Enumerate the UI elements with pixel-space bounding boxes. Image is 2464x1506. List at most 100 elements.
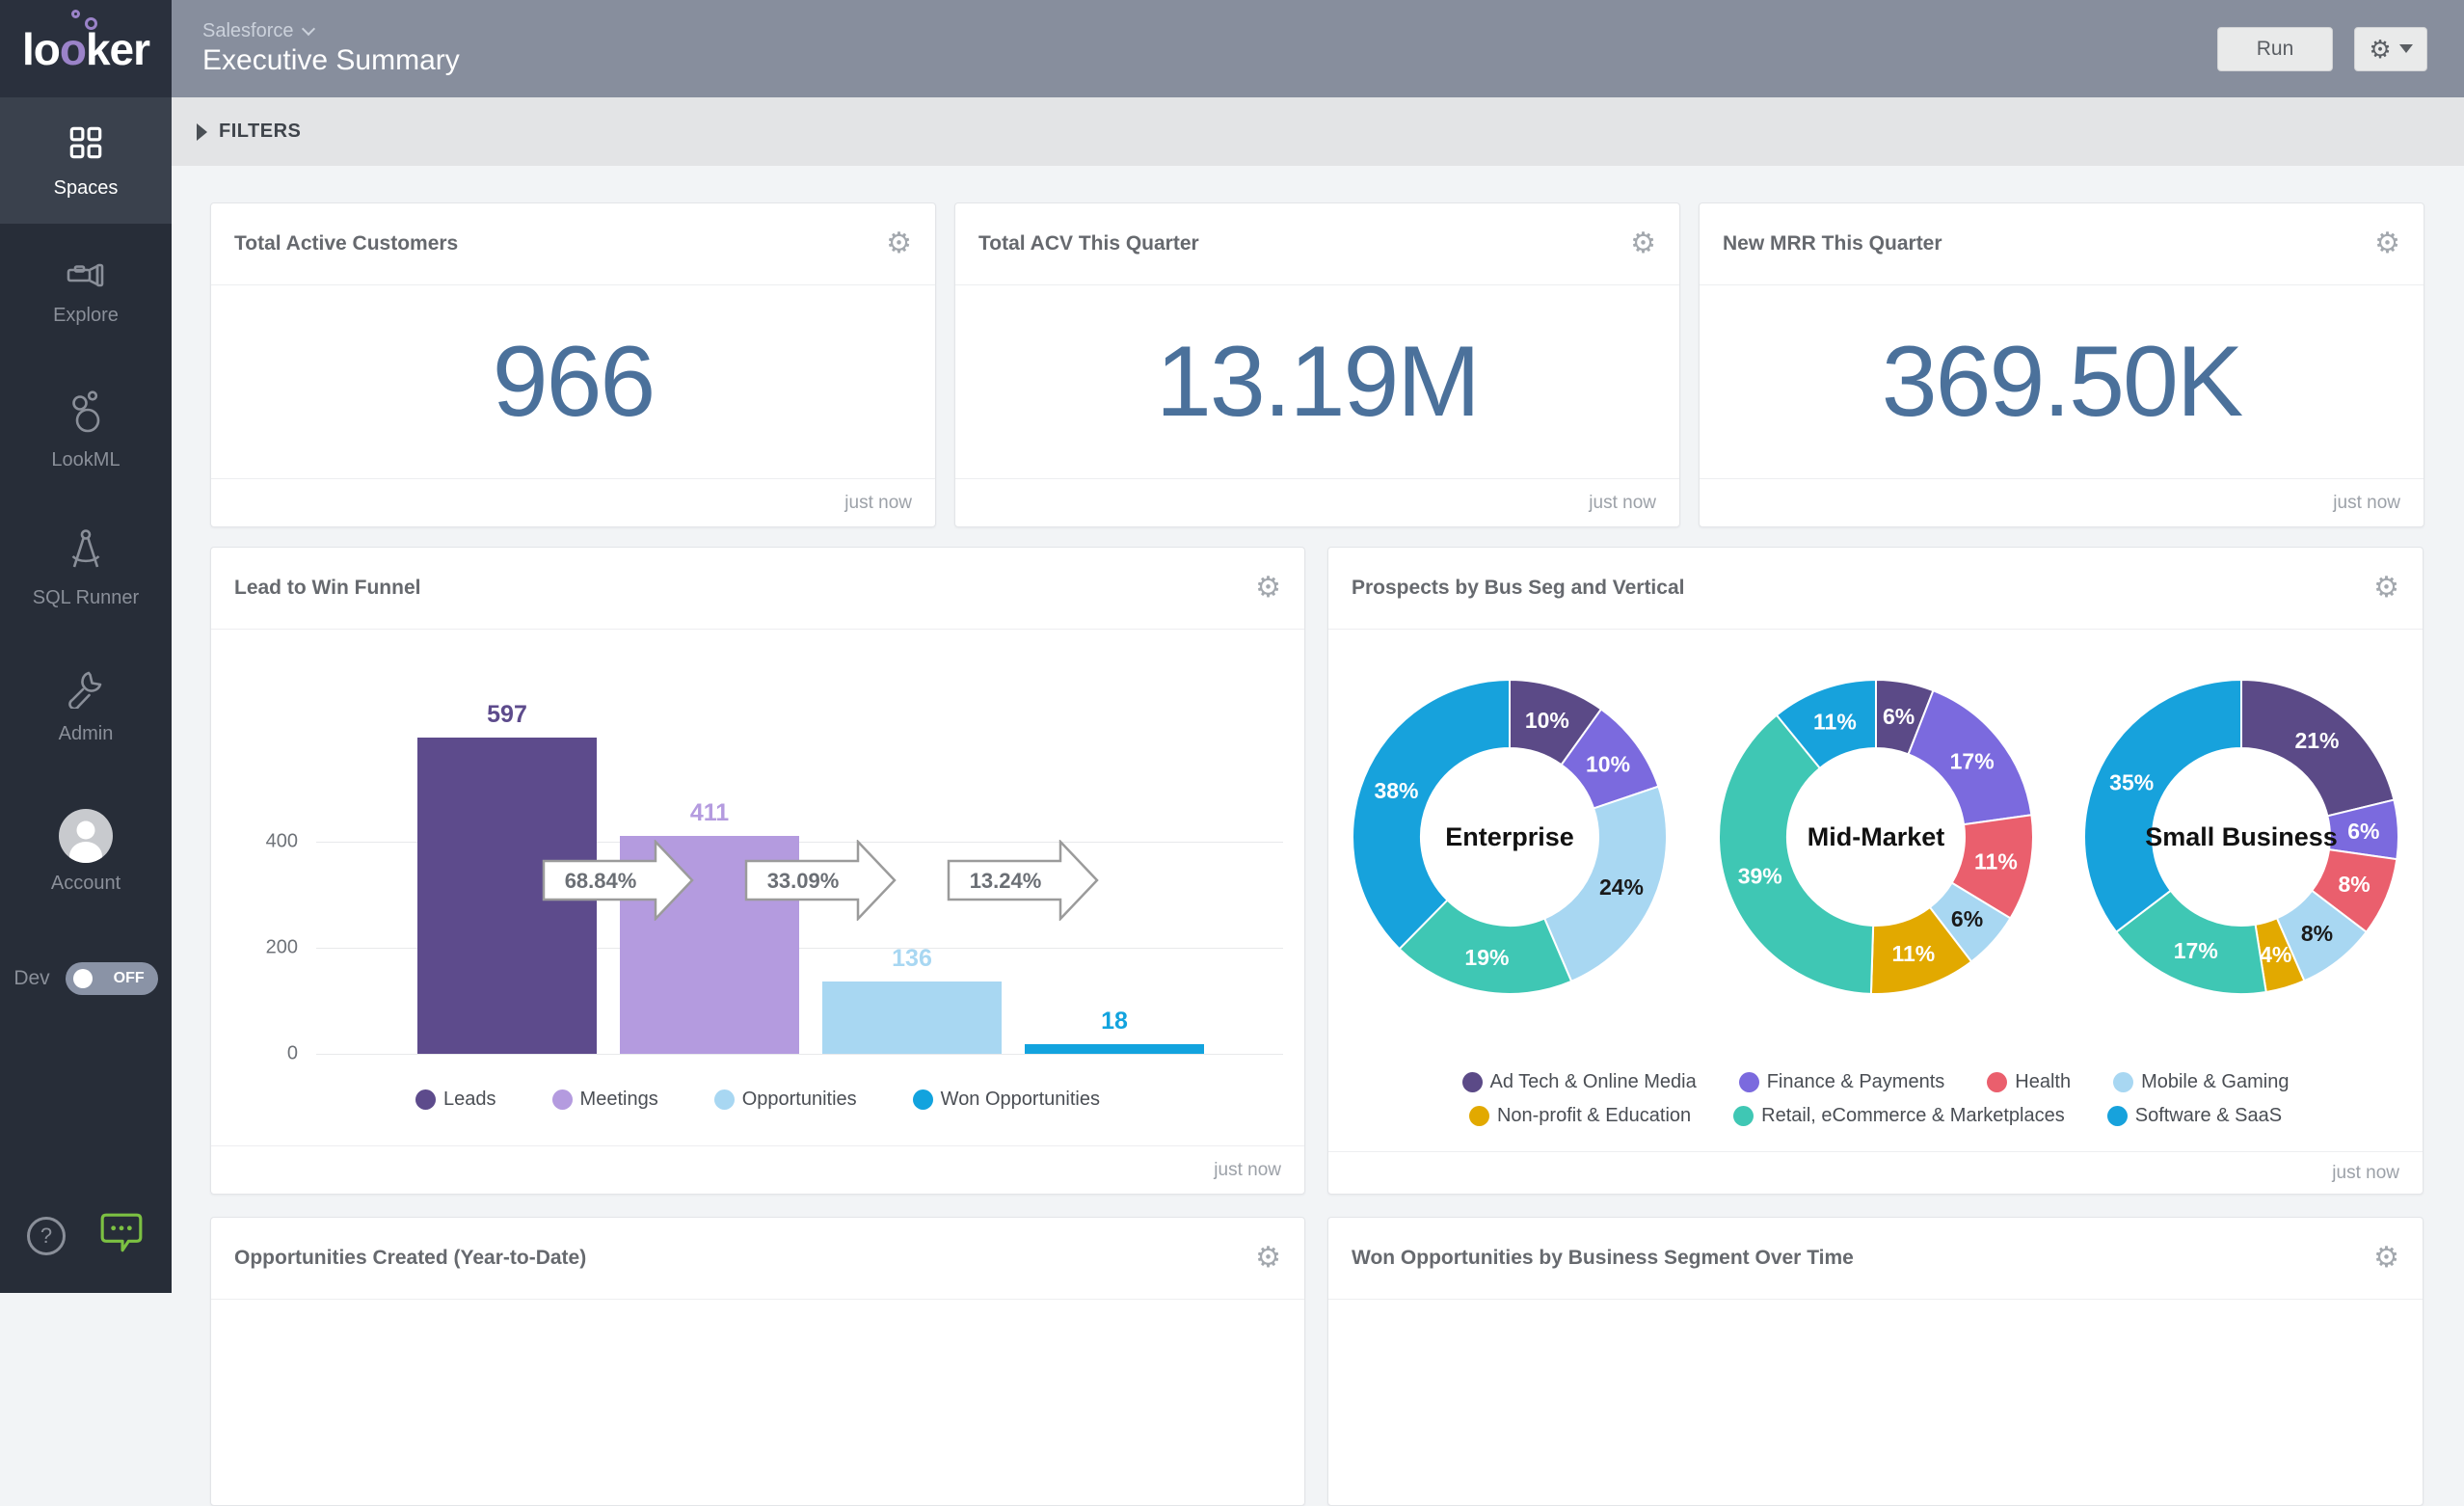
donut-slice[interactable] bbox=[2084, 680, 2241, 932]
legend-swatch bbox=[1987, 1072, 2007, 1092]
filters-bar[interactable]: FILTERS bbox=[172, 97, 2464, 166]
funnel-bar-opportunities[interactable] bbox=[822, 982, 1002, 1054]
avatar bbox=[59, 809, 113, 863]
slice-percent-label: 19% bbox=[1464, 945, 1509, 970]
sidebar-item-explore[interactable]: Explore bbox=[0, 224, 172, 362]
run-button[interactable]: Run bbox=[2217, 27, 2333, 71]
donut-slice[interactable] bbox=[1719, 715, 1873, 994]
compass-icon bbox=[67, 528, 105, 578]
updated-timestamp: just now bbox=[2332, 1163, 2399, 1184]
bar-value-label: 411 bbox=[620, 799, 799, 827]
toggle-state: OFF bbox=[114, 970, 145, 987]
chat-icon[interactable] bbox=[98, 1211, 145, 1260]
won-opportunities-tile: Won Opportunities by Business Segment Ov… bbox=[1327, 1217, 2424, 1506]
y-axis-tick: 200 bbox=[234, 937, 298, 959]
gear-icon[interactable]: ⚙ bbox=[1630, 229, 1656, 258]
donut-legend: Ad Tech & Online MediaFinance & Payments… bbox=[1351, 1071, 2400, 1127]
updated-timestamp: just now bbox=[844, 493, 912, 514]
help-icon[interactable]: ? bbox=[27, 1217, 66, 1255]
gear-icon[interactable]: ⚙ bbox=[1255, 574, 1281, 603]
tile-title: Opportunities Created (Year-to-Date) bbox=[234, 1247, 586, 1270]
sidebar-item-account[interactable]: Account bbox=[0, 775, 172, 928]
bar-value-label: 597 bbox=[417, 701, 597, 729]
looker-logo[interactable]: looker bbox=[0, 0, 172, 97]
sidebar-item-label: Explore bbox=[53, 305, 119, 327]
dashboard-settings-button[interactable]: ⚙ bbox=[2354, 27, 2427, 71]
legend-item: Retail, eCommerce & Marketplaces bbox=[1733, 1105, 2065, 1127]
slice-percent-label: 17% bbox=[2174, 938, 2218, 963]
breadcrumb-label: Salesforce bbox=[202, 20, 294, 42]
bubbles-icon bbox=[67, 390, 105, 440]
tile-title: Prospects by Bus Seg and Vertical bbox=[1352, 577, 1684, 600]
sidebar-item-spaces[interactable]: Spaces bbox=[0, 97, 172, 224]
slice-percent-label: 6% bbox=[1950, 906, 1982, 931]
tile-title: Lead to Win Funnel bbox=[234, 577, 420, 600]
wrench-icon bbox=[66, 668, 106, 713]
slice-percent-label: 4% bbox=[2260, 942, 2291, 967]
tile-title: Won Opportunities by Business Segment Ov… bbox=[1352, 1247, 1854, 1270]
legend-swatch bbox=[2107, 1106, 2128, 1126]
sidebar-item-sql-runner[interactable]: SQL Runner bbox=[0, 499, 172, 637]
tile-title: Total Active Customers bbox=[234, 232, 458, 255]
legend-swatch bbox=[1469, 1106, 1489, 1126]
dashboard: Total Active Customers ⚙ 966 just now To… bbox=[172, 166, 2464, 1293]
page-title: Executive Summary bbox=[202, 44, 460, 77]
slice-percent-label: 11% bbox=[1891, 941, 1935, 966]
donut-center-label: Small Business bbox=[2145, 822, 2338, 851]
slice-percent-label: 24% bbox=[1599, 874, 1644, 900]
donuts-tile: Prospects by Bus Seg and Vertical ⚙ 10% 1… bbox=[1327, 547, 2424, 1195]
spaces-grid-icon bbox=[66, 122, 106, 168]
donut-charts: 10%10%24%19%38%Enterprise6%17%11%6%11%39… bbox=[1351, 678, 2400, 996]
gridline bbox=[316, 1054, 1283, 1055]
donut-slice[interactable] bbox=[1353, 680, 1510, 949]
kpi-tile-total-acv: Total ACV This Quarter ⚙ 13.19M just now bbox=[954, 202, 1680, 527]
kpi-value: 966 bbox=[493, 325, 655, 440]
sidebar-item-admin[interactable]: Admin bbox=[0, 637, 172, 775]
slice-percent-label: 11% bbox=[1974, 849, 2018, 874]
slice-percent-label: 6% bbox=[1882, 704, 1914, 729]
gear-icon[interactable]: ⚙ bbox=[1255, 1244, 1281, 1273]
conversion-arrow: 68.84% bbox=[542, 840, 694, 921]
donut-chart-mid-market: 6%17%11%6%11%39%11%Mid-Market bbox=[1717, 678, 2035, 996]
dev-label: Dev bbox=[13, 967, 49, 990]
slice-percent-label: 39% bbox=[1737, 864, 1781, 889]
sidebar-footer: ? bbox=[0, 1211, 172, 1293]
legend-item: Opportunities bbox=[714, 1089, 857, 1111]
dev-mode-row: Dev OFF bbox=[0, 962, 172, 995]
gear-icon[interactable]: ⚙ bbox=[2373, 574, 2399, 603]
sidebar-item-lookml[interactable]: LookML bbox=[0, 362, 172, 499]
donut-center-label: Mid-Market bbox=[1807, 822, 1944, 851]
gear-icon[interactable]: ⚙ bbox=[886, 229, 912, 258]
svg-text:68.84%: 68.84% bbox=[565, 869, 637, 893]
tile-title: New MRR This Quarter bbox=[1723, 232, 1942, 255]
slice-percent-label: 8% bbox=[2301, 921, 2333, 946]
slice-percent-label: 11% bbox=[1813, 709, 1857, 734]
donut-center-label: Enterprise bbox=[1445, 822, 1574, 851]
breadcrumb[interactable]: Salesforce bbox=[202, 20, 460, 42]
legend-item: Mobile & Gaming bbox=[2113, 1071, 2289, 1093]
legend-swatch bbox=[913, 1089, 933, 1110]
sidebar-item-label: Admin bbox=[59, 723, 114, 745]
legend-swatch bbox=[2113, 1072, 2133, 1092]
gear-icon[interactable]: ⚙ bbox=[2374, 229, 2400, 258]
svg-text:13.24%: 13.24% bbox=[970, 869, 1042, 893]
svg-text:33.09%: 33.09% bbox=[767, 869, 840, 893]
conversion-arrow: 33.09% bbox=[744, 840, 897, 921]
funnel-bar-won-opportunities[interactable] bbox=[1025, 1044, 1204, 1054]
legend-item: Health bbox=[1987, 1071, 2071, 1093]
legend-swatch bbox=[552, 1089, 573, 1110]
legend-item: Software & SaaS bbox=[2107, 1105, 2282, 1127]
slice-percent-label: 10% bbox=[1525, 708, 1569, 733]
dev-toggle[interactable]: OFF bbox=[66, 962, 158, 995]
updated-timestamp: just now bbox=[1589, 493, 1656, 514]
legend-swatch bbox=[1462, 1072, 1483, 1092]
sidebar: looker Spaces Explore bbox=[0, 0, 172, 1293]
charts-row: Lead to Win Funnel ⚙ 0200400597411136186… bbox=[210, 547, 2425, 1195]
bar-value-label: 136 bbox=[822, 945, 1002, 973]
legend-item: Ad Tech & Online Media bbox=[1462, 1071, 1697, 1093]
sidebar-item-label: LookML bbox=[51, 449, 120, 471]
slice-percent-label: 8% bbox=[2339, 872, 2370, 897]
donut-chart-small-business: 21%6%8%8%4%17%35%Small Business bbox=[2082, 678, 2400, 996]
conversion-arrow: 13.24% bbox=[947, 840, 1099, 921]
gear-icon[interactable]: ⚙ bbox=[2373, 1244, 2399, 1273]
